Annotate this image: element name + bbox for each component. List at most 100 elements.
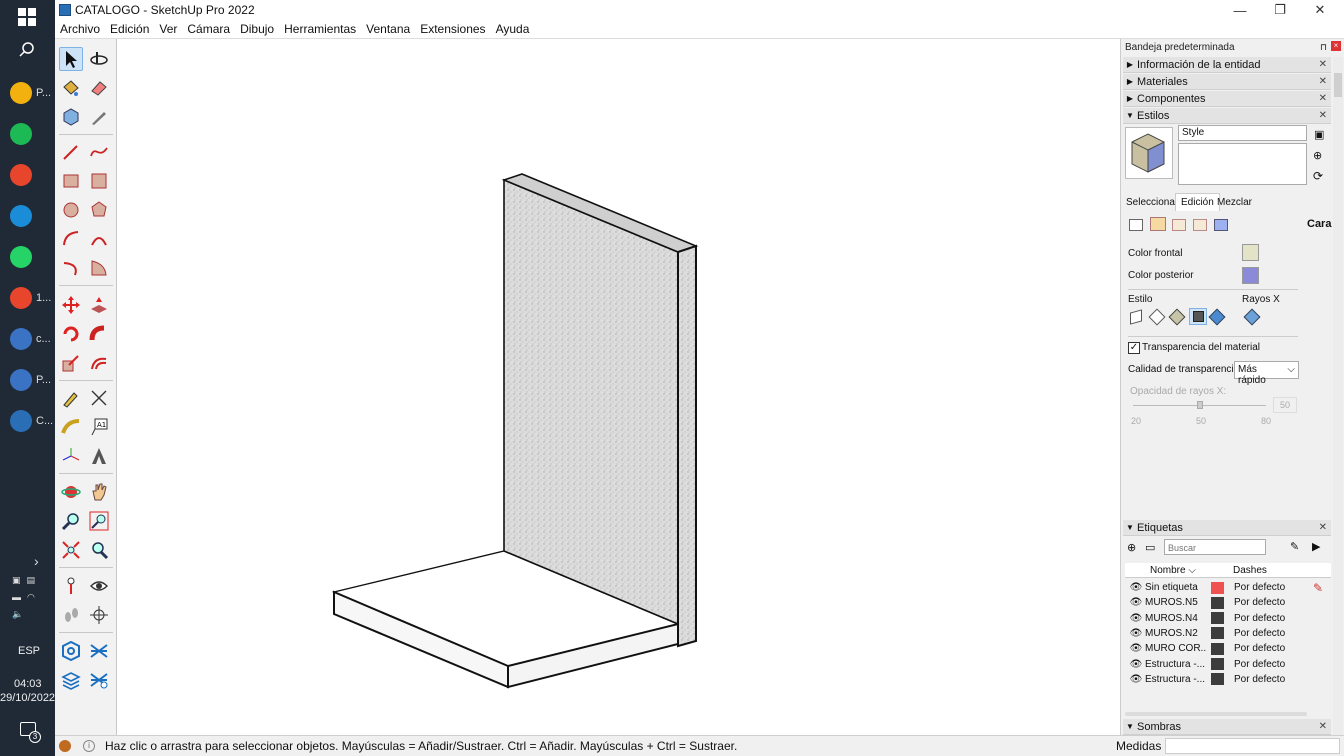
visibility-eye-icon[interactable]: 👁: [1127, 613, 1145, 624]
close-icon[interactable]: ✕: [1319, 522, 1327, 533]
taskbar-app-sketchup[interactable]: C...: [0, 403, 55, 439]
menu-camara[interactable]: Cámara: [182, 22, 235, 36]
visibility-eye-icon[interactable]: 👁: [1127, 582, 1145, 593]
menu-dibujo[interactable]: Dibujo: [235, 22, 279, 36]
front-color-swatch[interactable]: [1242, 244, 1259, 261]
zoom-extents-icon[interactable]: [59, 538, 83, 562]
style-description-field[interactable]: [1178, 143, 1307, 185]
hidden-line-style-icon[interactable]: [1148, 308, 1166, 326]
geolocation-icon[interactable]: [59, 740, 71, 752]
tag-dash[interactable]: Por defecto: [1234, 643, 1285, 654]
taskbar-app-chrome-2[interactable]: 1...: [0, 280, 55, 316]
extension-warehouse-icon[interactable]: [59, 639, 83, 663]
tag-row[interactable]: 👁 Sin etiqueta Por defecto: [1127, 580, 1327, 595]
rotated-rectangle-icon[interactable]: [87, 169, 111, 193]
xray-opacity-value[interactable]: 50: [1273, 397, 1297, 413]
chevron-right-icon[interactable]: ›: [34, 553, 39, 569]
quality-dropdown[interactable]: Más rápido ⌵: [1234, 361, 1299, 386]
taskbar-app-app-p[interactable]: P...: [0, 362, 55, 398]
menu-herramientas[interactable]: Herramientas: [279, 22, 361, 36]
tape-measure-tool-icon[interactable]: [59, 386, 83, 410]
follow-me-icon[interactable]: [87, 322, 111, 346]
sandbox-icon[interactable]: [87, 639, 111, 663]
position-camera-icon[interactable]: [59, 574, 83, 598]
menu-extensiones[interactable]: Extensiones: [415, 22, 490, 36]
tag-color-swatch[interactable]: [1211, 673, 1224, 686]
taskbar-app-edge[interactable]: [0, 198, 55, 234]
tag-color-swatch[interactable]: [1211, 612, 1224, 625]
minimize-button[interactable]: —: [1220, 0, 1260, 20]
close-tray-icon[interactable]: ×: [1331, 41, 1341, 51]
layer-settings-icon[interactable]: [87, 668, 111, 692]
close-window-button[interactable]: ✕: [1300, 0, 1340, 20]
add-tag-icon[interactable]: ⊕: [1127, 541, 1136, 554]
dimension-icon[interactable]: [87, 386, 111, 410]
offset-icon[interactable]: [87, 351, 111, 375]
visibility-eye-icon[interactable]: 👁: [1127, 643, 1145, 654]
face-settings-icon[interactable]: [1150, 217, 1166, 231]
measurements-input[interactable]: [1165, 738, 1340, 754]
refresh-icon[interactable]: ⟳: [1313, 169, 1323, 183]
tag-color-swatch[interactable]: [1211, 627, 1224, 640]
edge-settings-icon[interactable]: [1129, 219, 1143, 231]
taskbar-app-files-app[interactable]: P...: [0, 75, 55, 111]
taskbar-app-chrome[interactable]: [0, 157, 55, 193]
back-color-swatch[interactable]: [1242, 267, 1259, 284]
zoom-icon[interactable]: [59, 509, 83, 533]
tag-tool-pencil-icon[interactable]: ✎: [1290, 540, 1299, 553]
visibility-eye-icon[interactable]: 👁: [1127, 674, 1145, 685]
drawing-area[interactable]: [117, 39, 1117, 735]
model-geometry[interactable]: [117, 39, 1117, 735]
xray-toggle-icon[interactable]: [1243, 308, 1261, 326]
tag-dash[interactable]: Por defecto: [1234, 674, 1285, 685]
tag-row[interactable]: 👁 MURO COR... Por defecto: [1127, 641, 1327, 656]
tags-scrollbar[interactable]: [1125, 712, 1307, 716]
orbit-icon[interactable]: [59, 480, 83, 504]
search-icon[interactable]: [19, 42, 35, 58]
freehand-icon[interactable]: [87, 140, 111, 164]
language-indicator[interactable]: ESP: [18, 645, 40, 657]
background-settings-icon[interactable]: [1172, 219, 1186, 231]
pin-icon[interactable]: ⊓: [1320, 42, 1327, 53]
text-icon[interactable]: A1: [87, 415, 111, 439]
tag-row[interactable]: 👁 Estructura -... Por defecto: [1127, 672, 1327, 687]
tag-search-input[interactable]: [1165, 541, 1263, 555]
slider-thumb[interactable]: [1196, 401, 1203, 409]
select-tool-icon[interactable]: [59, 47, 83, 71]
panel-materials[interactable]: ▶ Materiales ✕: [1123, 74, 1331, 90]
tag-color-swatch[interactable]: [1211, 581, 1224, 594]
panel-tags[interactable]: ▼ Etiquetas ✕: [1123, 520, 1331, 536]
panel-components[interactable]: ▶ Componentes ✕: [1123, 91, 1331, 107]
zoom-window-icon[interactable]: [87, 509, 111, 533]
menu-archivo[interactable]: Archivo: [55, 22, 105, 36]
active-tag-pencil-icon[interactable]: ✎: [1313, 581, 1323, 595]
tag-row[interactable]: 👁 Estructura -... Por defecto: [1127, 657, 1327, 672]
taskbar-app-whatsapp[interactable]: [0, 239, 55, 275]
rotate-icon[interactable]: [59, 322, 83, 346]
tag-color-swatch[interactable]: [1211, 596, 1224, 609]
panel-shadows[interactable]: ▼ Sombras ✕: [1123, 719, 1331, 735]
layer-tool-icon[interactable]: [59, 668, 83, 692]
move-icon[interactable]: [59, 293, 83, 317]
col-name-header[interactable]: Nombre ⌵: [1150, 565, 1196, 576]
two-point-arc-icon[interactable]: [87, 227, 111, 251]
tag-row[interactable]: 👁 MUROS.N4 Por defecto: [1127, 611, 1327, 626]
style-thumbnail[interactable]: [1125, 127, 1173, 179]
update-style-icon[interactable]: ⊕: [1313, 149, 1322, 162]
pie-icon[interactable]: [87, 256, 111, 280]
tag-dash[interactable]: Por defecto: [1234, 659, 1285, 670]
push-pull-icon[interactable]: [87, 293, 111, 317]
tag-search-field[interactable]: [1164, 539, 1266, 555]
protractor-icon[interactable]: [59, 415, 83, 439]
axes-icon[interactable]: [59, 444, 83, 468]
col-dashes-header[interactable]: Dashes: [1233, 565, 1267, 576]
visibility-eye-icon[interactable]: 👁: [1127, 597, 1145, 608]
tray-scrollbar[interactable]: [1333, 57, 1343, 735]
tag-details-icon[interactable]: ▶: [1312, 540, 1320, 553]
tag-color-swatch[interactable]: [1211, 658, 1224, 670]
tab-edicion[interactable]: Edición: [1175, 193, 1220, 211]
clock-time[interactable]: 04:03: [14, 678, 42, 690]
panel-styles[interactable]: ▼ Estilos ✕: [1123, 108, 1331, 124]
windows-start-icon[interactable]: [18, 8, 36, 26]
scale-icon[interactable]: [59, 351, 83, 375]
